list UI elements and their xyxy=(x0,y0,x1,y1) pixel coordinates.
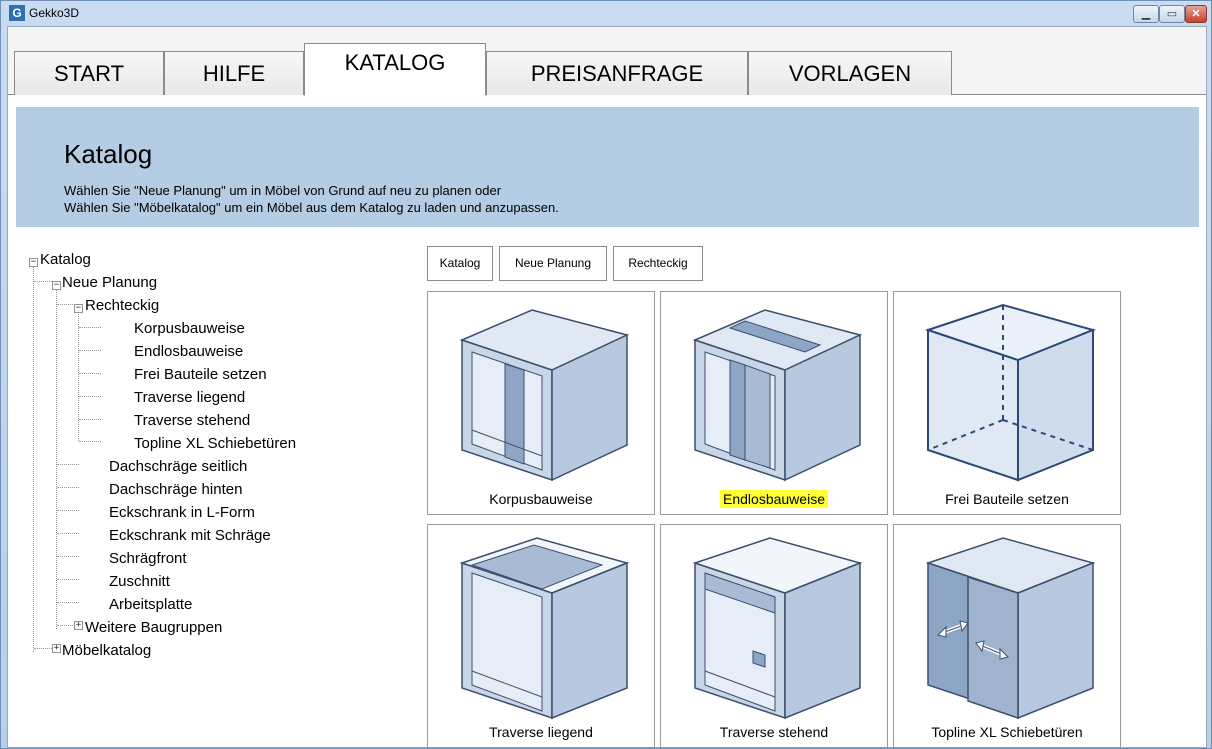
catalog-card-traverse-liegend[interactable]: Traverse liegend xyxy=(427,524,655,748)
collapse-rechteckig-icon[interactable]: − xyxy=(74,304,83,313)
tree-line xyxy=(57,464,79,465)
korpusbauweise-cabinet-icon xyxy=(459,309,630,482)
card-label-text: Topline XL Schiebetüren xyxy=(931,724,1083,740)
card-label: Traverse liegend xyxy=(428,724,654,740)
tree-line xyxy=(79,441,101,442)
card-label: Frei Bauteile setzen xyxy=(894,491,1120,507)
tree-line xyxy=(79,419,101,420)
tree-line xyxy=(79,396,101,397)
tree-node-rechteckig[interactable]: Rechteckig xyxy=(85,297,159,314)
breadcrumb-neue-planung-button[interactable]: Neue Planung xyxy=(499,246,607,281)
tree-line xyxy=(34,648,52,649)
tab-preisanfrage[interactable]: PREISANFRAGE xyxy=(486,51,748,95)
maximize-icon: ▭ xyxy=(1166,8,1178,20)
tab-katalog[interactable]: KATALOG xyxy=(304,43,486,96)
tab-vorlagen[interactable]: VORLAGEN xyxy=(748,51,952,95)
info-banner: Katalog Wählen Sie "Neue Planung" um in … xyxy=(16,107,1199,227)
banner-text-line2: Wählen Sie "Möbelkatalog" um ein Möbel a… xyxy=(64,200,559,215)
card-label: Traverse stehend xyxy=(661,724,887,740)
banner-text-line1: Wählen Sie "Neue Planung" um in Möbel vo… xyxy=(64,183,502,198)
tab-bar: START HILFE KATALOG PREISANFRAGE VORLAGE… xyxy=(8,27,1206,96)
maximize-button[interactable]: ▭ xyxy=(1159,5,1185,23)
tree-node-arbeitsplatte[interactable]: Arbeitsplatte xyxy=(109,596,192,613)
card-label-text: Traverse stehend xyxy=(719,724,829,740)
tree-node-traverse-stehend[interactable]: Traverse stehend xyxy=(134,412,250,429)
app-window: G Gekko3D ▁ ▭ ✕ START HILFE KATALOG PREI… xyxy=(0,0,1212,749)
catalog-tree: − Katalog − Neue Planung − Rechteckig Ko… xyxy=(16,247,416,737)
app-logo-icon: G xyxy=(9,5,25,21)
tree-node-katalog[interactable]: Katalog xyxy=(40,251,91,268)
tree-line xyxy=(56,288,57,629)
tree-line xyxy=(57,556,79,557)
tree-node-neue-planung[interactable]: Neue Planung xyxy=(62,274,157,291)
tree-line xyxy=(79,327,101,328)
card-label: Korpusbauweise xyxy=(428,491,654,507)
tree-line xyxy=(57,487,79,488)
close-button[interactable]: ✕ xyxy=(1185,5,1207,23)
card-label: Endlosbauweise xyxy=(661,490,887,508)
tree-node-korpusbauweise[interactable]: Korpusbauweise xyxy=(134,320,245,337)
collapse-neue-planung-icon[interactable]: − xyxy=(52,281,61,290)
window-title: Gekko3D xyxy=(29,6,80,20)
card-label-text-highlighted: Endlosbauweise xyxy=(720,490,828,508)
tree-node-dachschraege-seitlich[interactable]: Dachschräge seitlich xyxy=(109,458,247,475)
catalog-card-korpusbauweise[interactable]: Korpusbauweise xyxy=(427,291,655,515)
tree-node-dachschraege-hinten[interactable]: Dachschräge hinten xyxy=(109,481,242,498)
tree-node-zuschnitt[interactable]: Zuschnitt xyxy=(109,573,170,590)
minimize-icon: ▁ xyxy=(1141,8,1151,20)
traverse-stehend-cabinet-icon xyxy=(692,537,863,720)
card-label: Topline XL Schiebetüren xyxy=(894,724,1120,740)
tree-node-moebelkatalog[interactable]: Möbelkatalog xyxy=(62,642,151,659)
tree-node-topline-xl[interactable]: Topline XL Schiebetüren xyxy=(134,435,296,452)
frei-bauteile-box-icon xyxy=(924,303,1097,482)
tree-line xyxy=(79,373,101,374)
expand-weitere-icon[interactable]: + xyxy=(74,621,83,630)
tree-node-frei-bauteile[interactable]: Frei Bauteile setzen xyxy=(134,366,267,383)
catalog-card-topline-xl[interactable]: Topline XL Schiebetüren xyxy=(893,524,1121,748)
tree-node-weitere-baugruppen[interactable]: Weitere Baugruppen xyxy=(85,619,222,636)
page-title: Katalog xyxy=(64,139,153,169)
card-label-text: Traverse liegend xyxy=(489,724,593,740)
catalog-card-traverse-stehend[interactable]: Traverse stehend xyxy=(660,524,888,748)
tree-line xyxy=(78,311,79,441)
tree-node-endlosbauweise[interactable]: Endlosbauweise xyxy=(134,343,243,360)
endlosbauweise-cabinet-icon xyxy=(692,309,863,482)
tree-node-eckschrank-l-form[interactable]: Eckschrank in L-Form xyxy=(109,504,255,521)
tree-node-schraegfront[interactable]: Schrägfront xyxy=(109,550,187,567)
title-bar: G Gekko3D ▁ ▭ ✕ xyxy=(1,1,1211,25)
tree-line xyxy=(57,533,79,534)
tree-line xyxy=(33,266,34,652)
expand-moebelkatalog-icon[interactable]: + xyxy=(52,644,61,653)
breadcrumb-rechteckig-button[interactable]: Rechteckig xyxy=(613,246,703,281)
tree-line xyxy=(34,281,52,282)
traverse-liegend-cabinet-icon xyxy=(459,537,630,720)
tree-line xyxy=(57,304,75,305)
minimize-button[interactable]: ▁ xyxy=(1133,5,1159,23)
tree-node-traverse-liegend[interactable]: Traverse liegend xyxy=(134,389,245,406)
catalog-card-frei-bauteile[interactable]: Frei Bauteile setzen xyxy=(893,291,1121,515)
breadcrumb-katalog-button[interactable]: Katalog xyxy=(427,246,493,281)
tree-line xyxy=(57,625,75,626)
client-area: START HILFE KATALOG PREISANFRAGE VORLAGE… xyxy=(7,26,1207,748)
topline-xl-sliding-door-icon xyxy=(925,537,1096,720)
tree-line xyxy=(79,350,101,351)
tab-hilfe[interactable]: HILFE xyxy=(164,51,304,95)
tree-line xyxy=(57,510,79,511)
collapse-katalog-icon[interactable]: − xyxy=(29,258,38,267)
tab-start[interactable]: START xyxy=(14,51,164,95)
close-icon: ✕ xyxy=(1191,8,1201,20)
tree-line xyxy=(57,579,79,580)
card-label-text: Frei Bauteile setzen xyxy=(945,491,1069,507)
card-label-text: Korpusbauweise xyxy=(489,491,593,507)
tree-node-eckschrank-schraege[interactable]: Eckschrank mit Schräge xyxy=(109,527,271,544)
tree-line xyxy=(57,602,79,603)
catalog-card-endlosbauweise[interactable]: Endlosbauweise xyxy=(660,291,888,515)
